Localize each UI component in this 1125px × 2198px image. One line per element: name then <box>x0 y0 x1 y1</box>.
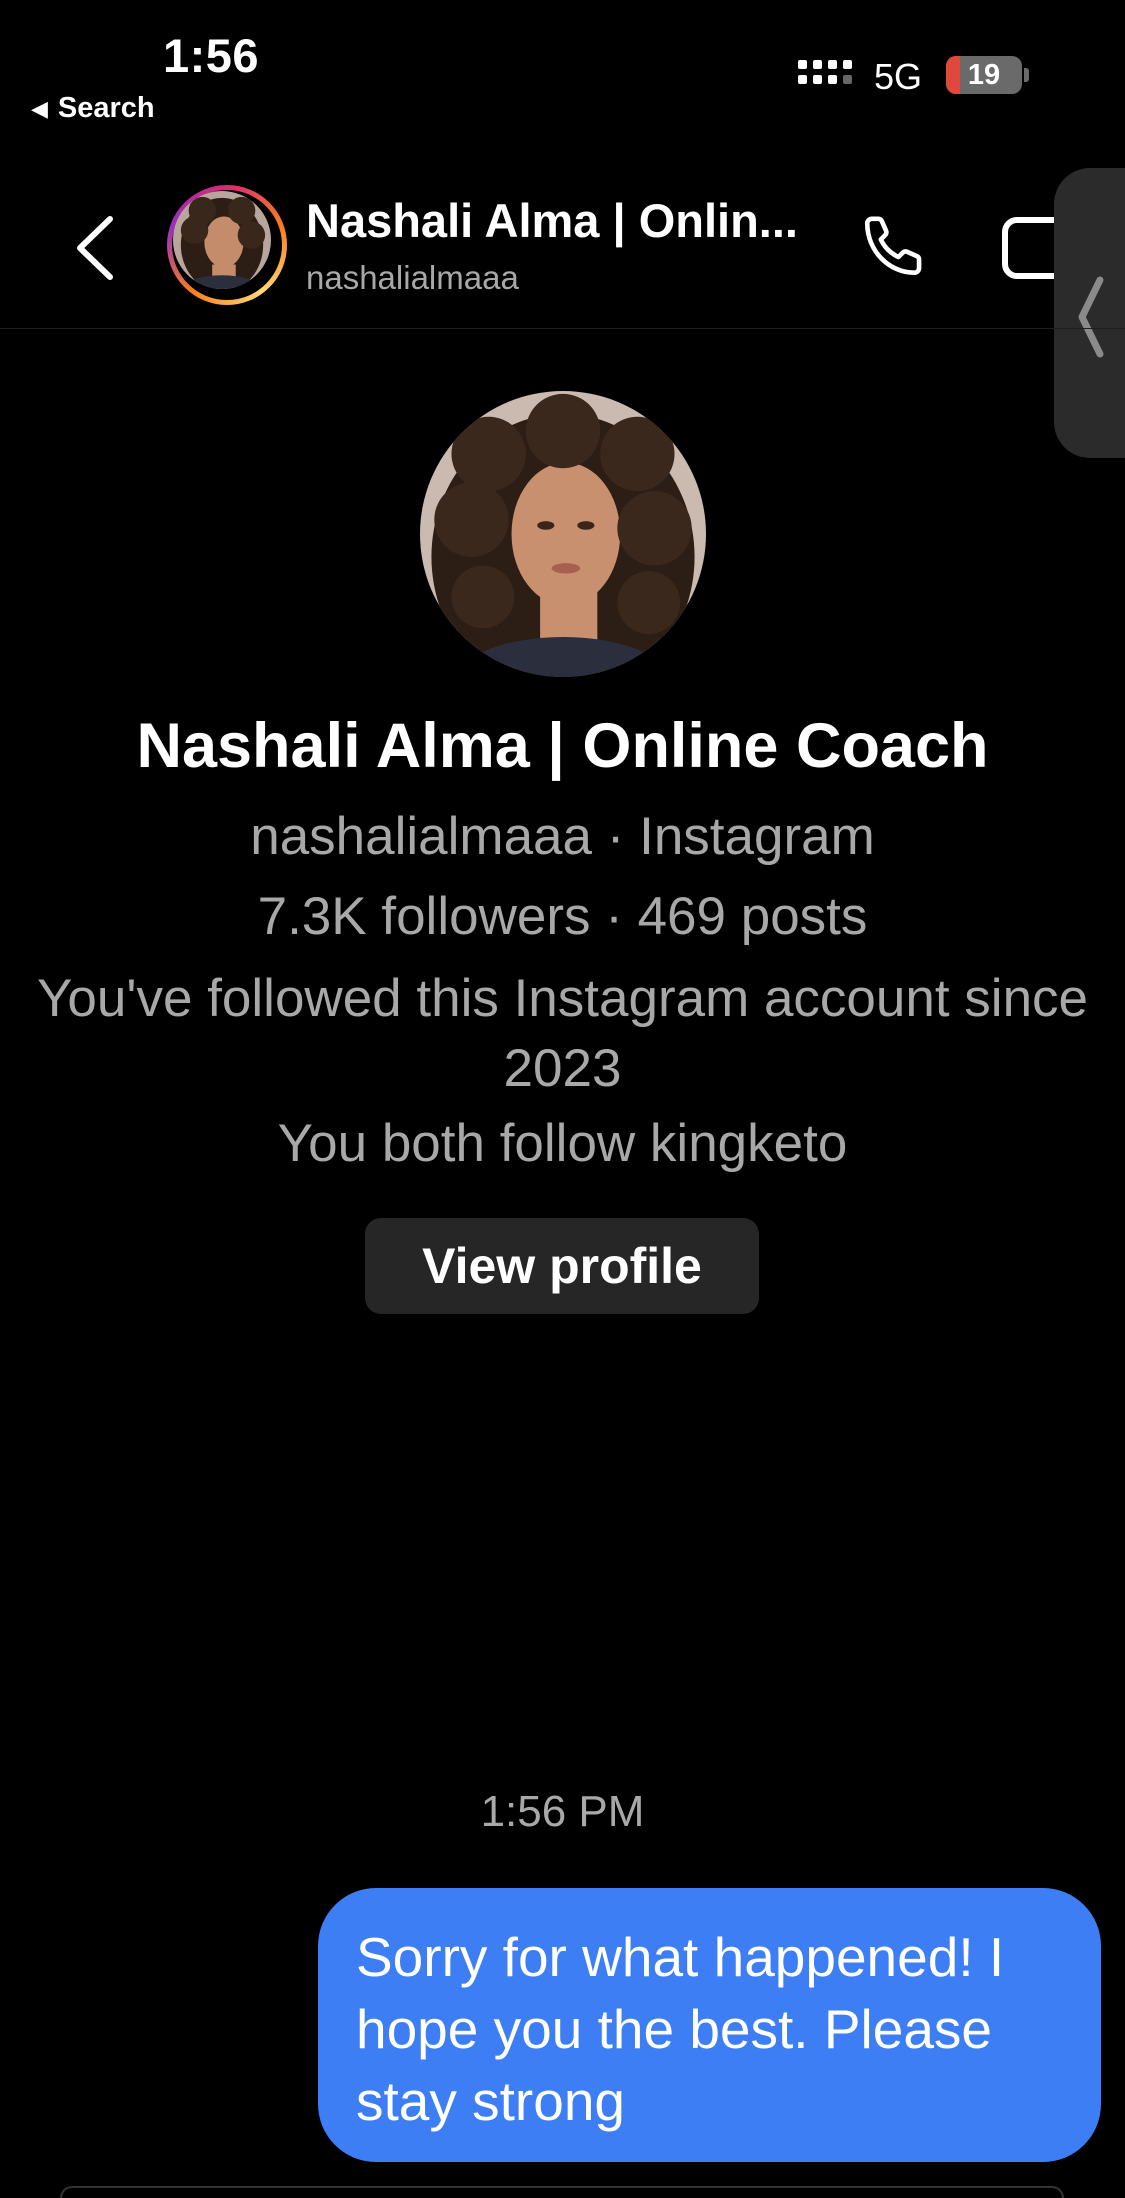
chevron-left-icon <box>1078 276 1104 358</box>
back-triangle-icon: ◀ <box>31 95 48 121</box>
status-time: 1:56 <box>163 29 260 82</box>
message-composer-edge <box>60 2186 1064 2198</box>
phone-icon[interactable] <box>858 208 932 282</box>
outgoing-message-bubble[interactable]: Sorry for what happened! I hope you the … <box>318 1888 1101 2162</box>
header-contact-name[interactable]: Nashali Alma | Onlin... <box>306 193 826 248</box>
header-divider <box>0 328 1125 329</box>
network-type: 5G <box>874 56 923 97</box>
battery-level: 19 <box>967 58 1001 91</box>
profile-name: Nashali Alma | Online Coach <box>136 711 989 781</box>
back-to-app-link[interactable]: ◀ Search <box>31 92 155 125</box>
chevron-left-icon[interactable] <box>72 213 122 283</box>
profile-mutual-follow: You both follow kingketo <box>277 1114 848 1173</box>
battery-icon: 19 <box>946 56 1022 94</box>
back-to-app-label: Search <box>57 92 155 124</box>
avatar-photo <box>173 191 271 289</box>
cellular-signal-icon <box>798 60 852 84</box>
profile-stats: 7.3K followers · 469 posts <box>257 887 868 946</box>
profile-source: nashalialmaaa · Instagram <box>250 807 875 866</box>
profile-photo[interactable] <box>420 391 706 677</box>
battery-tip <box>1024 68 1029 82</box>
header-avatar[interactable] <box>167 185 287 305</box>
view-profile-button[interactable]: View profile <box>365 1218 759 1314</box>
header-username: nashalialmaaa <box>306 259 519 296</box>
profile-follow-since: You've followed this Instagram account s… <box>36 969 1089 1098</box>
message-timestamp: 1:56 PM <box>480 1787 645 1836</box>
